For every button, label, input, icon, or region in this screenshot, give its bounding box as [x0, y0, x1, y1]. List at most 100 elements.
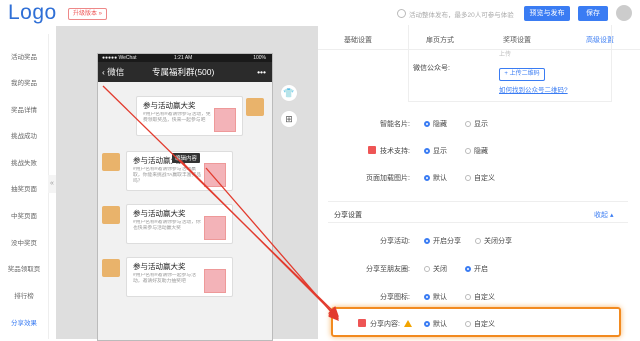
radio-icon	[424, 121, 430, 127]
divider	[328, 201, 628, 202]
edit-tooltip: 编辑内容	[172, 153, 201, 163]
logo: Logo	[8, 1, 57, 24]
radio-icon	[465, 266, 471, 272]
moments-on-radio[interactable]: 开启	[465, 264, 488, 274]
option-label: 隐藏	[474, 148, 488, 155]
sidebar-item-lose-page[interactable]: 没中奖页	[0, 237, 48, 247]
more-icon[interactable]: •••	[257, 62, 266, 82]
moments-off-radio[interactable]: 关闭	[424, 264, 447, 274]
tech-support-show-radio[interactable]: 显示	[424, 146, 447, 156]
avatar	[246, 98, 264, 116]
share-activity-label: 分享活动:	[380, 238, 410, 245]
sidebar-item-share-effect[interactable]: 分享效果	[0, 317, 48, 327]
radio-icon	[465, 175, 471, 181]
share-off-radio[interactable]: 关闭分享	[475, 236, 512, 246]
card-title: 参与活动赢大奖	[133, 262, 186, 271]
share-icon-default-radio[interactable]: 默认	[424, 292, 447, 302]
collapse-sidebar-button[interactable]: «	[48, 175, 56, 193]
radio-icon	[465, 294, 471, 300]
card-desc: #用户名称#邀请你一起参与活动，邀请好友助力抽奖吧	[133, 273, 196, 284]
option-label: 默认	[433, 294, 447, 301]
sidebar-item-my-prizes[interactable]: 我的奖品	[0, 77, 48, 87]
option-label: 默认	[433, 175, 447, 182]
avatar	[102, 153, 120, 171]
chat-title: 专属福利群(500)	[152, 67, 215, 77]
option-label: 自定义	[474, 294, 495, 301]
back-button[interactable]: ‹ 微信	[102, 62, 124, 82]
sidebar-item-challenge-success[interactable]: 挑战成功	[0, 130, 48, 140]
phone-preview: ●●●●● WeChat 1:21 AM 100% ‹ 微信 专属福利群(500…	[97, 53, 273, 341]
gift-thumbnail	[204, 163, 226, 187]
grid-icon[interactable]: ⊞	[280, 110, 298, 128]
back-label: 微信	[107, 67, 125, 77]
gift-thumbnail	[204, 216, 226, 240]
info-icon	[397, 9, 406, 18]
card-desc: #用户名称#邀请你参与活动，你也快来参与活动赢大奖	[133, 220, 201, 231]
qr-help-link[interactable]: 如何找到公众号二维码?	[499, 84, 568, 94]
settings-panel: 基础设置 扉页方式 奖项设置 高级设置 上传 微信公众号: + 上传二维码 如何…	[318, 25, 640, 339]
upgrade-badge[interactable]: 升级版本 »	[68, 8, 108, 20]
radio-icon	[475, 238, 481, 244]
collapse-link[interactable]: 收起 ▴	[594, 210, 613, 220]
tech-support-label: 技术支持:	[338, 146, 410, 156]
share-icon-custom-radio[interactable]: 自定义	[465, 292, 495, 302]
upload-qr-button[interactable]: + 上传二维码	[499, 68, 545, 81]
sidebar-item-challenge-fail[interactable]: 挑战失败	[0, 157, 48, 167]
share-card-1[interactable]: 参与活动赢大奖 #用户名称#邀请你参与活动，免费领取奖品，快来一起参与吧	[136, 96, 243, 136]
notice-label: 活动整体发布，最多20人可参与体验	[409, 12, 514, 19]
option-label: 关闭分享	[484, 238, 512, 245]
status-bar: ●●●●● WeChat 1:21 AM 100%	[98, 54, 272, 62]
option-label: 开启分享	[433, 238, 461, 245]
sidebar-item-claim-page[interactable]: 奖品领取页	[0, 263, 48, 273]
share-settings-title: 分享设置	[334, 212, 362, 219]
shirt-icon[interactable]: 👕	[280, 84, 298, 102]
share-icon-label: 分享图标:	[380, 294, 410, 301]
avatar	[102, 206, 120, 224]
option-label: 开启	[474, 266, 488, 273]
share-on-radio[interactable]: 开启分享	[424, 236, 461, 246]
preview-publish-button[interactable]: 预览与发布	[524, 6, 570, 21]
highlight-box	[331, 307, 621, 337]
tab-basic[interactable]: 基础设置	[344, 35, 372, 45]
chat-nav-bar: ‹ 微信 专属福利群(500) •••	[98, 62, 272, 82]
battery: 100%	[253, 55, 266, 61]
loading-image-custom-radio[interactable]: 自定义	[465, 173, 495, 183]
option-label: 隐藏	[433, 121, 447, 128]
radio-icon	[424, 266, 430, 272]
radio-icon	[424, 148, 430, 154]
card-desc: #用户名称#邀请你参与活动，免费领取奖品，快来一起参与吧	[143, 112, 211, 123]
sidebar-item-prize-detail[interactable]: 奖品详情	[0, 104, 48, 114]
carrier: ●●●●● WeChat	[102, 55, 137, 61]
card-desc: #用户名称#邀请你参与活动赢取，你能来挑战TA赢取丰富奖品吗？	[133, 167, 202, 184]
gift-thumbnail	[214, 108, 236, 132]
qr-upload-box: 上传 微信公众号: + 上传二维码 如何找到公众号二维码?	[408, 25, 612, 102]
divider	[328, 222, 628, 223]
radio-icon	[465, 148, 471, 154]
sidebar: 活动奖品 我的奖品 奖品详情 挑战成功 挑战失败 抽奖页面 中奖页面 没中奖页 …	[0, 34, 49, 339]
radio-icon	[424, 175, 430, 181]
share-card-3[interactable]: 参与活动赢大奖 #用户名称#邀请你参与活动，你也快来参与活动赢大奖	[126, 204, 233, 244]
sidebar-item-draw-page[interactable]: 抽奖页面	[0, 183, 48, 193]
top-bar: Logo 升级版本 » 活动整体发布，最多20人可参与体验 预览与发布 保存	[0, 0, 640, 26]
option-label: 自定义	[474, 175, 495, 182]
smart-card-show-radio[interactable]: 显示	[465, 119, 488, 129]
status-time: 1:21 AM	[174, 55, 193, 61]
radio-icon	[424, 238, 430, 244]
save-button[interactable]: 保存	[578, 6, 608, 21]
avatar[interactable]	[616, 5, 632, 21]
notice-text: 活动整体发布，最多20人可参与体验	[397, 9, 514, 19]
sidebar-item-win-page[interactable]: 中奖页面	[0, 210, 48, 220]
wechat-label: 微信公众号:	[413, 65, 450, 72]
tag-icon	[368, 146, 377, 154]
gift-thumbnail	[204, 269, 226, 293]
radio-icon	[465, 121, 471, 127]
loading-image-default-radio[interactable]: 默认	[424, 173, 447, 183]
share-card-4[interactable]: 参与活动赢大奖 #用户名称#邀请你一起参与活动，邀请好友助力抽奖吧	[126, 257, 233, 297]
smart-card-label: 智能名片:	[380, 121, 410, 128]
sidebar-item-ranking[interactable]: 排行榜	[0, 290, 48, 300]
card-title: 参与活动赢大奖	[143, 101, 196, 110]
label-text: 技术支持:	[380, 148, 410, 155]
smart-card-hide-radio[interactable]: 隐藏	[424, 119, 447, 129]
sidebar-item-prizes[interactable]: 活动奖品	[0, 51, 48, 61]
tech-support-hide-radio[interactable]: 隐藏	[465, 146, 488, 156]
